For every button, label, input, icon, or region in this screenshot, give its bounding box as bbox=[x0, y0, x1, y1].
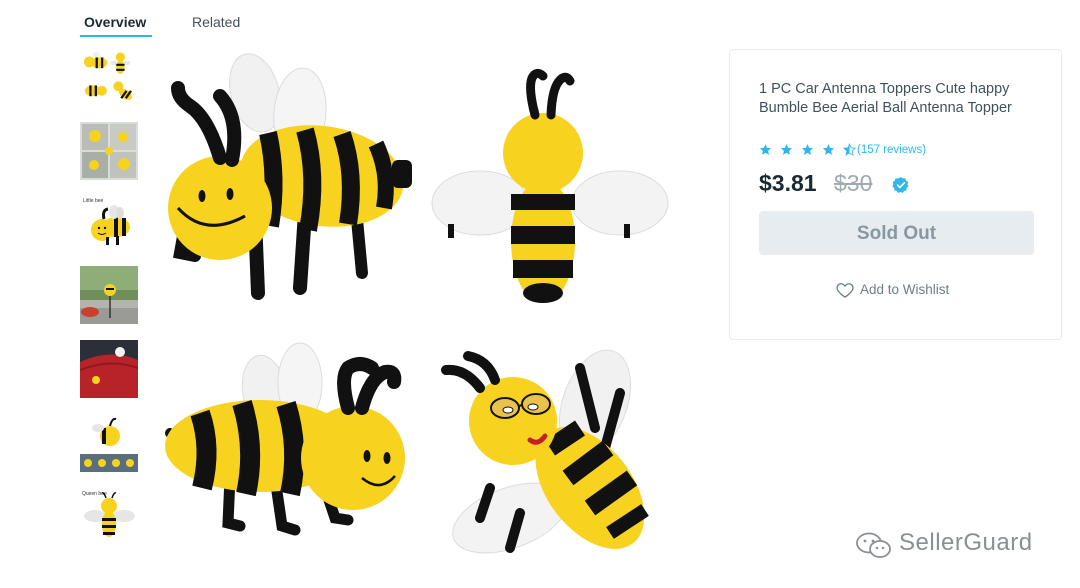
verified-badge-icon bbox=[892, 177, 909, 193]
bee-with-glasses bbox=[441, 349, 649, 554]
thumbnail-1-image bbox=[80, 48, 138, 106]
half-star-icon bbox=[842, 143, 856, 156]
product-title: 1 PC Car Antenna Toppers Cute happy Bumb… bbox=[759, 81, 1012, 116]
bee-toppers-illustration bbox=[165, 53, 669, 554]
wechat-icon bbox=[856, 532, 891, 558]
watermark-text: SellerGuard bbox=[899, 529, 1033, 556]
star-icon bbox=[822, 144, 835, 155]
product-info-panel: 1 PC Car Antenna Toppers Cute happy Bumb… bbox=[729, 49, 1062, 340]
thumbnail-3-caption: Little bee bbox=[83, 198, 104, 204]
thumbnail-6-image bbox=[80, 414, 138, 472]
thumbnail-3[interactable]: Little bee bbox=[80, 194, 138, 252]
thumbnail-7-image: Queen bee bbox=[80, 486, 138, 544]
thumbnail-5[interactable] bbox=[80, 340, 138, 398]
thumbnail-6[interactable] bbox=[80, 414, 138, 472]
sold-out-button[interactable]: Sold Out bbox=[759, 211, 1034, 255]
wishlist-label: Add to Wishlist bbox=[860, 282, 950, 297]
thumbnail-7[interactable]: Queen bee bbox=[80, 486, 138, 544]
bee-side-facing-right bbox=[165, 342, 405, 536]
star-icon bbox=[780, 144, 793, 155]
original-price: $30 bbox=[834, 170, 873, 196]
bee-side-smiling bbox=[168, 53, 412, 300]
product-main-image[interactable] bbox=[150, 48, 680, 568]
tab-overview[interactable]: Overview bbox=[79, 14, 153, 37]
bee-front-view bbox=[431, 68, 669, 303]
thumbnail-4[interactable] bbox=[80, 266, 138, 324]
thumbnail-7-caption: Queen bee bbox=[82, 491, 107, 497]
rating-stars bbox=[759, 143, 859, 161]
thumbnail-5-image bbox=[80, 340, 138, 398]
star-icon bbox=[759, 144, 772, 155]
tab-related[interactable]: Related bbox=[192, 14, 240, 30]
heart-icon bbox=[836, 283, 854, 298]
reviews-link[interactable]: (157 reviews) bbox=[857, 144, 926, 156]
current-price: $3.81 bbox=[759, 170, 817, 196]
thumbnail-4-image bbox=[80, 266, 138, 324]
star-icon bbox=[801, 144, 814, 155]
thumbnail-2[interactable] bbox=[80, 122, 138, 180]
thumbnail-1[interactable] bbox=[80, 48, 138, 106]
thumbnail-3-image: Little bee bbox=[80, 194, 138, 252]
thumbnail-2-image bbox=[80, 122, 138, 180]
